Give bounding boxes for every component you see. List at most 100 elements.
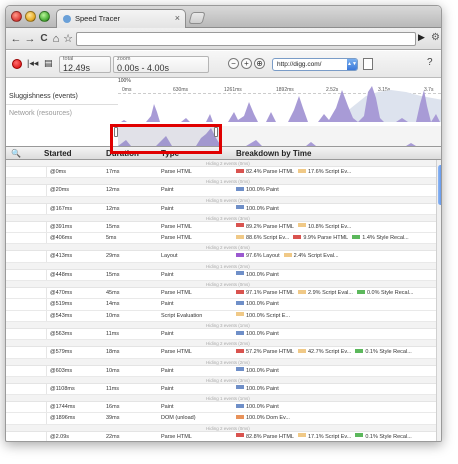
reload-icon[interactable]: C (38, 32, 50, 46)
duration-cell: 12ms (106, 187, 120, 194)
table-row[interactable]: @406ms 5ms Parse HTML 88.6% Script Ev... 9.9… (6, 233, 436, 245)
row-divider (46, 402, 47, 413)
back-icon[interactable]: ← (10, 32, 22, 46)
hidden-events-row[interactable]: Hiding 2 events (2ms) (6, 340, 436, 348)
page-url-select[interactable]: http://digg.com/ ▲▼ (272, 58, 358, 71)
table-row[interactable]: @1896ms 39ms DOM (unload) 100.0% Dom Ev... (6, 413, 436, 425)
hidden-events-row[interactable]: Hiding 5 events (2ms) (6, 196, 436, 204)
breakdown-segment: 10.8% Script Ev... (298, 223, 351, 230)
table-row[interactable]: @603ms 10ms Paint 100.0% Paint (6, 365, 436, 377)
type-cell: Parse HTML (161, 290, 192, 297)
table-row[interactable]: @0ms 17ms Parse HTML 82.4% Parse HTML 17.6% … (6, 167, 436, 179)
type-cell: Layout (161, 253, 178, 260)
duration-cell: 11ms (106, 385, 120, 392)
row-divider (46, 310, 47, 321)
zoom-out-button[interactable]: − (228, 58, 239, 69)
record-button[interactable] (12, 59, 22, 69)
duration-cell: 29ms (106, 253, 120, 260)
table-row[interactable]: @2.09s 22ms Parse HTML 82.8% Parse HTML 17.1… (6, 431, 436, 441)
color-swatch-icon (236, 289, 244, 294)
column-breakdown[interactable]: Breakdown by Time (236, 149, 311, 158)
table-row[interactable]: @1108ms 11ms Paint 100.0% Paint (6, 383, 436, 396)
table-row[interactable]: @579ms 18ms Parse HTML 57.2% Parse HTML 42.7… (6, 347, 436, 359)
vertical-scrollbar[interactable] (436, 160, 441, 441)
hidden-events-row[interactable]: Hiding 3 events (1ms) (6, 321, 436, 329)
hidden-events-label: Hiding 5 events (2ms) (206, 197, 250, 203)
color-swatch-icon (236, 385, 244, 390)
breakdown-label: 100.0% Paint (246, 367, 279, 374)
color-swatch-icon (298, 223, 306, 228)
close-window-icon[interactable] (11, 11, 22, 22)
table-row[interactable]: @391ms 15ms Parse HTML 89.2% Parse HTML 10.8… (6, 221, 436, 234)
breakdown-label: 97.6% Layout (246, 253, 280, 260)
hidden-events-row[interactable]: Hiding 1 events (1ms) (6, 395, 436, 403)
table-row[interactable]: @519ms 14ms Paint 100.0% Paint (6, 299, 436, 311)
breakdown-segment: 82.8% Parse HTML (236, 433, 294, 440)
hidden-events-row[interactable]: Hiding 2 events (0ms) (6, 281, 436, 289)
breakdown-label: 0.1% Style Recal... (365, 433, 412, 440)
speed-tracer-toolbar: |◂◂ ▤ total 12.49s zoom 0.00s - 4.00s − … (6, 51, 441, 78)
column-started[interactable]: Started (44, 149, 72, 158)
hidden-events-row[interactable]: Hiding 2 events (0ms) (6, 424, 436, 432)
hidden-events-row[interactable]: Hiding 2 events (0ms) (6, 160, 436, 167)
breakdown-label: 42.7% Script Ev... (308, 349, 352, 356)
color-swatch-icon (236, 403, 244, 408)
selection-right-handle[interactable] (214, 127, 218, 137)
hidden-events-row[interactable]: Hiding 2 events (4ms) (6, 244, 436, 252)
zoom-reset-button[interactable]: ⊕ (254, 58, 265, 69)
zoom-in-button[interactable]: + (241, 58, 252, 69)
started-cell: @519ms (50, 301, 73, 308)
search-icon[interactable]: 🔍 (11, 149, 21, 158)
type-cell: Parse HTML (161, 169, 192, 175)
table-row[interactable]: @167ms 12ms Paint 100.0% Paint (6, 203, 436, 215)
hidden-events-row[interactable]: Hiding 4 events (3ms) (6, 376, 436, 384)
hidden-events-row[interactable]: Hiding 3 events (3ms) (6, 214, 436, 222)
zoom-window-icon[interactable] (39, 11, 50, 22)
breakdown-segment: 100.0% Paint (236, 205, 279, 212)
duration-cell: 14ms (106, 301, 120, 308)
help-icon[interactable]: ? (427, 57, 433, 68)
table-row[interactable]: @20ms 12ms Paint 100.0% Paint (6, 185, 436, 197)
breakdown-label: 100.0% Paint (246, 404, 279, 411)
breakdown-cell: 82.8% Parse HTML 17.1% Script Ev... 0.1% S… (236, 432, 416, 441)
save-icon[interactable]: ▤ (44, 58, 53, 69)
wrench-menu-icon[interactable]: ⚙ (431, 32, 440, 43)
type-cell: Paint (161, 205, 174, 212)
table-row[interactable]: @563ms 11ms Paint 100.0% Paint (6, 328, 436, 341)
hidden-events-row[interactable]: Hiding 1 events (0ms) (6, 178, 436, 186)
breakdown-label: 100.0% Paint (246, 271, 279, 278)
table-row[interactable]: @543ms 10ms Script Evaluation 100.0% Script… (6, 310, 436, 322)
duration-cell: 10ms (106, 312, 120, 319)
breakdown-segment: 42.7% Script Ev... (298, 348, 352, 356)
go-arrow-icon[interactable]: ▶ (418, 32, 425, 43)
tab-close-icon[interactable]: × (175, 13, 180, 23)
table-row[interactable]: @470ms 45ms Parse HTML 97.1% Parse HTML 2.9%… (6, 288, 436, 300)
address-bar[interactable] (76, 32, 416, 46)
breakdown-segment: 100.0% Paint (236, 330, 279, 337)
color-swatch-icon (298, 433, 306, 438)
table-row[interactable]: @448ms 15ms Paint 100.0% Paint (6, 269, 436, 282)
table-row[interactable]: @413ms 29ms Layout 97.6% Layout 2.4% Script … (6, 251, 436, 263)
document-icon[interactable] (363, 58, 373, 70)
overview-graph[interactable]: 100% 0ms 630ms 1261ms 1892ms 2.52s 3.15s… (6, 78, 441, 147)
color-swatch-icon (352, 234, 361, 239)
breakdown-segment: 100.0% Paint (236, 186, 279, 193)
minimize-window-icon[interactable] (25, 11, 36, 22)
type-cell: DOM (unload) (161, 415, 196, 422)
forward-icon[interactable]: → (24, 32, 36, 46)
hidden-events-row[interactable]: Hiding 1 events (2ms) (6, 262, 436, 270)
breakdown-label: 9.9% Parse HTML (303, 235, 349, 242)
tab-speed-tracer[interactable]: Speed Tracer × (56, 9, 186, 28)
color-swatch-icon (236, 253, 244, 258)
bookmark-star-icon[interactable]: ☆ (62, 32, 74, 46)
sluggishness-graph (118, 86, 441, 146)
home-icon[interactable]: ⌂ (50, 32, 62, 46)
scrollbar-thumb[interactable] (438, 165, 441, 205)
new-tab-button[interactable] (188, 12, 206, 24)
speed-tracer-favicon-icon (63, 15, 71, 23)
rewind-icon[interactable]: |◂◂ (27, 58, 38, 69)
selection-left-handle[interactable] (114, 127, 118, 137)
table-row[interactable]: @1744ms 16ms Paint 100.0% Paint (6, 402, 436, 414)
hidden-events-row[interactable]: Hiding 3 events (2ms) (6, 358, 436, 366)
breakdown-segment: 82.4% Parse HTML (236, 168, 294, 175)
